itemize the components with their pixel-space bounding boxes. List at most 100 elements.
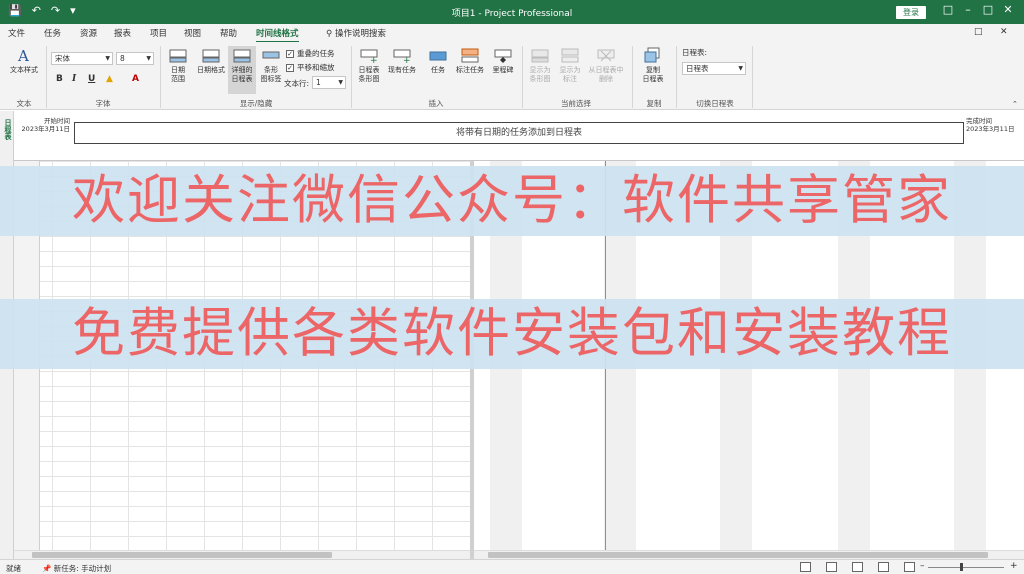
text-lines-control: 文本行: — [284, 78, 309, 89]
new-tasks-label: 新任务: 手动计划 — [53, 564, 112, 573]
font-size-select[interactable]: 8 ▼ — [116, 52, 154, 65]
separator — [351, 46, 352, 108]
maximize-icon[interactable]: □ — [978, 3, 998, 16]
svg-text:+: + — [370, 56, 378, 64]
insert-task-button[interactable]: 任务 — [426, 46, 450, 75]
group-label-switch-timeline: 切换日程表 — [696, 99, 734, 108]
display-as-bar-button[interactable]: 显示为 条形图 — [526, 46, 554, 84]
timeline-view: 日程表 开始时间 2023年3月11日 将带有日期的任务添加到日程表 完成时间 … — [0, 111, 1024, 161]
font-size-value: 8 — [120, 54, 125, 63]
display-as-callout-icon — [561, 48, 579, 63]
collapse-ribbon-icon[interactable]: ⌃ — [1012, 100, 1018, 108]
resource-sheet-icon[interactable] — [878, 562, 889, 572]
tab-file[interactable]: 文件 — [8, 27, 25, 39]
text-lines-label: 文本行: — [284, 79, 310, 88]
share-icon[interactable]: □ — [974, 27, 983, 37]
tab-help[interactable]: 帮助 — [220, 27, 237, 39]
status-ready: 就绪 — [6, 564, 21, 573]
timeline-select[interactable]: 日程表 ▼ — [682, 62, 746, 75]
pin-icon: 📌 — [42, 564, 52, 573]
new-tasks-mode[interactable]: 📌 新任务: 手动计划 — [42, 563, 111, 574]
font-name-value: 宋体 — [55, 54, 70, 63]
italic-button[interactable]: I — [72, 74, 76, 84]
checkbox-checked-icon: ✓ — [286, 63, 294, 72]
tab-resource[interactable]: 资源 — [80, 27, 97, 39]
overlapping-tasks-checkbox[interactable]: ✓ 重叠的任务 — [286, 48, 335, 59]
overlapping-tasks-label: 重叠的任务 — [297, 49, 335, 58]
ribbon-display-icon[interactable]: □ — [938, 3, 958, 16]
scrollbar-thumb[interactable] — [488, 552, 988, 558]
svg-text:+: + — [403, 56, 411, 64]
bar-labels-label: 条形 图标签 — [260, 66, 282, 83]
zoom-out-icon[interactable]: – — [920, 561, 925, 571]
zoom-slider-track[interactable] — [928, 567, 1004, 568]
display-as-callout-button[interactable]: 显示为 标注 — [556, 46, 584, 84]
watermark-banner: 欢迎关注微信公众号：软件共享管家 — [0, 166, 1024, 236]
separator — [522, 46, 523, 108]
date-format-icon — [202, 49, 220, 63]
text-lines-select[interactable]: 1 ▼ — [312, 76, 346, 89]
timeline-side-label: 日程表 — [4, 119, 12, 140]
task-usage-icon[interactable] — [826, 562, 837, 572]
display-as-bar-icon — [531, 49, 549, 63]
pan-zoom-checkbox[interactable]: ✓ 平移和缩放 — [286, 62, 335, 73]
team-planner-icon[interactable] — [852, 562, 863, 572]
tell-me-search[interactable]: ⚲ 操作说明搜索 — [326, 27, 386, 39]
chevron-down-icon: ▼ — [146, 55, 151, 62]
scrollbar-thumb[interactable] — [32, 552, 332, 558]
status-bar: 就绪 📌 新任务: 手动计划 – + — [0, 559, 1024, 574]
date-format-button[interactable]: 日期格式 — [194, 46, 228, 75]
insert-task-label: 任务 — [431, 66, 445, 74]
ribbon: A 文本样式 文本 宋体 ▼ 8 ▼ B I U ▲ A 字体 日期 范围 日期… — [0, 42, 1024, 110]
existing-tasks-button[interactable]: + 现有任务 — [384, 46, 420, 75]
report-view-icon[interactable] — [904, 562, 915, 572]
copy-timeline-button[interactable]: 复制 日程表 — [636, 46, 670, 84]
group-label-text: 文本 — [16, 99, 32, 108]
detailed-timeline-button[interactable]: 详细的 日程表 — [228, 46, 256, 94]
bold-button[interactable]: B — [56, 74, 63, 84]
sheet-horizontal-scrollbar[interactable] — [14, 550, 470, 559]
existing-tasks-icon: + — [393, 49, 411, 64]
separator — [676, 46, 677, 108]
svg-text:A: A — [17, 47, 29, 64]
tab-report[interactable]: 报表 — [114, 27, 131, 39]
remove-from-timeline-button[interactable]: 从日程表中 删除 — [586, 46, 626, 84]
date-range-button[interactable]: 日期 范围 — [164, 46, 192, 84]
zoom-slider-thumb[interactable] — [960, 563, 963, 571]
login-button[interactable]: 登录 — [896, 6, 926, 19]
gantt-view-icon[interactable] — [800, 562, 811, 572]
timeline-field-label: 日程表: — [682, 48, 708, 57]
group-label-copy: 复制 — [646, 99, 662, 108]
fill-color-icon[interactable]: ▲ — [106, 74, 113, 84]
text-lines-value: 1 — [316, 78, 321, 87]
timeline-bar[interactable]: 将带有日期的任务添加到日程表 — [74, 122, 964, 144]
milestone-button[interactable]: 里程碑 — [490, 46, 516, 75]
font-color-button[interactable]: A — [132, 74, 139, 84]
chevron-down-icon: ▼ — [338, 79, 343, 86]
gantt-horizontal-scrollbar[interactable] — [474, 550, 1024, 559]
separator — [632, 46, 633, 108]
zoom-in-icon[interactable]: + — [1010, 561, 1018, 571]
font-name-select[interactable]: 宋体 ▼ — [51, 52, 113, 65]
timeline-start: 开始时间 2023年3月11日 — [18, 117, 70, 133]
tab-task[interactable]: 任务 — [44, 27, 61, 39]
tab-view[interactable]: 视图 — [184, 27, 201, 39]
minimize-icon[interactable]: – — [958, 3, 978, 16]
underline-button[interactable]: U — [88, 74, 95, 84]
text-styles-icon: A — [17, 47, 29, 64]
callout-task-button[interactable]: 标注任务 — [452, 46, 488, 75]
tab-timeline-format[interactable]: 时间线格式 — [256, 27, 299, 43]
tab-project[interactable]: 项目 — [150, 27, 167, 39]
close-icon[interactable]: ✕ — [998, 3, 1018, 16]
text-styles-button[interactable]: A 文本样式 — [4, 46, 44, 75]
bar-labels-button[interactable]: 条形 图标签 — [258, 46, 284, 84]
separator — [160, 46, 161, 108]
group-label-insert: 插入 — [428, 99, 444, 108]
chevron-down-icon: ▼ — [105, 55, 110, 62]
detailed-timeline-icon — [233, 49, 251, 63]
title-bar: 💾 ↶ ↷ ▾ 项目1 - Project Professional 登录 □ … — [0, 0, 1024, 24]
date-range-icon — [169, 49, 187, 63]
ribbon-close-icon[interactable]: ✕ — [1000, 27, 1008, 37]
timeline-bar-button[interactable]: + 日程表 条形图 — [354, 46, 384, 84]
date-format-label: 日期格式 — [197, 66, 225, 74]
